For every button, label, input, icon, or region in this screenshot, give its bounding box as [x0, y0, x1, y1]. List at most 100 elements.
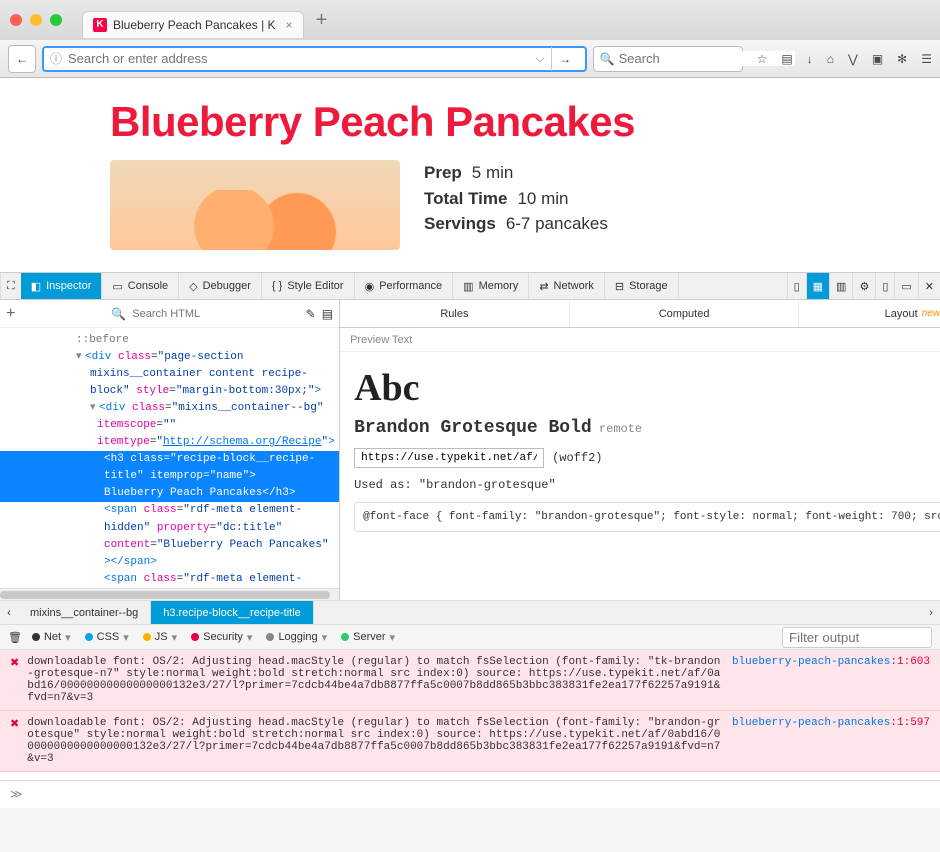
tab-computed[interactable]: Computed: [570, 300, 800, 327]
tool-style-editor[interactable]: { }Style Editor: [262, 273, 355, 299]
fonts-body: Abc Brandon Grotesque Bold remote (woff2…: [340, 352, 940, 546]
dock-side-icon[interactable]: ▯: [787, 273, 806, 299]
search-icon: 🔍: [600, 52, 615, 66]
dom-tree[interactable]: ::before ▾<div class="page-section mixin…: [0, 328, 339, 588]
recipe-title: Blueberry Peach Pancakes: [110, 98, 830, 146]
devtools-body: + 🔍 ✎ ▤ ::before ▾<div class="page-secti…: [0, 300, 940, 600]
search-icon: 🔍: [111, 307, 126, 321]
minimize-window-button[interactable]: [30, 14, 42, 26]
tool-console[interactable]: ▭Console: [102, 273, 179, 299]
recipe-image: [110, 160, 400, 250]
font-format: (woff2): [552, 451, 602, 465]
eyedropper-icon[interactable]: ✎: [306, 307, 316, 321]
clear-console-icon[interactable]: 🗑: [8, 631, 22, 644]
filter-chip-security[interactable]: Security▾: [191, 631, 252, 644]
close-devtools-icon[interactable]: ✕: [918, 273, 940, 299]
font-url-input[interactable]: [354, 448, 544, 468]
url-input[interactable]: [68, 51, 530, 66]
console-filter-bar: 🗑 Net▾ CSS▾ JS▾ Security▾ Logging▾ Server▾: [0, 624, 940, 650]
dock-bottom-icon[interactable]: ▭: [894, 273, 917, 299]
sidebar-panel: Rules Computed Layoutnew! Animations Fon…: [340, 300, 940, 600]
selected-node[interactable]: <h3 class="recipe-block__recipe-: [0, 451, 339, 468]
filter-chip-css[interactable]: CSS▾: [85, 631, 129, 644]
console-filter-input[interactable]: [782, 627, 932, 648]
crumb-next-icon[interactable]: ›: [922, 607, 940, 619]
tab-layout[interactable]: Layoutnew!: [799, 300, 940, 327]
settings-icon[interactable]: ⚙: [852, 273, 875, 299]
filter-chip-net[interactable]: Net▾: [32, 631, 71, 644]
tab-close-icon[interactable]: ×: [286, 18, 293, 32]
tool-storage[interactable]: ⊟Storage: [605, 273, 679, 299]
page-content: Blueberry Peach Pancakes Prep5 min Total…: [0, 78, 940, 272]
tool-network[interactable]: ⇄Network: [529, 273, 605, 299]
titlebar: K Blueberry Peach Pancakes | K × +: [0, 0, 940, 40]
split-console-icon[interactable]: ▯: [875, 273, 894, 299]
preview-text-label[interactable]: Preview Text: [350, 334, 412, 346]
close-window-button[interactable]: [10, 14, 22, 26]
favicon: K: [93, 18, 107, 32]
toggle-panel-icon[interactable]: ▤: [322, 307, 333, 321]
menu-icon[interactable]: ☰: [921, 52, 932, 66]
frames-icon[interactable]: ▥: [829, 273, 852, 299]
dropdown-icon[interactable]: ⌵: [536, 51, 545, 66]
pseudo-before: ::before: [0, 332, 339, 349]
url-toolbar: ← ⓘ ⌵ → 🔍 ☆ ▤ ↓ ⌂ ⋁ ▣ ✻ ☰: [0, 40, 940, 78]
console-output: ✖downloadable font: OS/2: Adjusting head…: [0, 650, 940, 780]
font-name: Brandon Grotesque Bold remote: [354, 418, 940, 438]
tree-node: ▾<div class="mixins__container--bg": [0, 400, 339, 417]
tool-debugger[interactable]: ◇Debugger: [179, 273, 262, 299]
console-message[interactable]: ✖downloadable font: OS/2: Adjusting head…: [0, 650, 940, 711]
devtools-icon[interactable]: ✻: [897, 52, 907, 66]
go-button[interactable]: →: [551, 47, 579, 71]
error-icon: ✖: [10, 717, 19, 765]
breadcrumb: ‹ mixins__container--bg h3.recipe-block_…: [0, 600, 940, 624]
shield-icon[interactable]: ▣: [872, 52, 883, 66]
tool-inspector[interactable]: ◧Inspector: [21, 273, 103, 299]
console-prompt[interactable]: ≫: [0, 780, 940, 808]
new-tab-button[interactable]: +: [316, 9, 328, 32]
font-preview: Abc: [354, 366, 940, 410]
zoom-window-button[interactable]: [50, 14, 62, 26]
add-node-icon[interactable]: +: [6, 305, 15, 323]
font-used-as: Used as: "brandon-grotesque": [354, 478, 940, 492]
browser-tab[interactable]: K Blueberry Peach Pancakes | K ×: [82, 11, 304, 38]
markup-panel: + 🔍 ✎ ▤ ::before ▾<div class="page-secti…: [0, 300, 340, 600]
reader-icon[interactable]: ▤: [781, 52, 792, 66]
site-info-icon[interactable]: ⓘ: [50, 50, 62, 67]
home-icon[interactable]: ⌂: [827, 52, 834, 66]
downloads-icon[interactable]: ↓: [807, 52, 813, 66]
recipe-meta: Prep5 min Total Time10 min Servings6-7 p…: [424, 160, 608, 250]
tree-node: <span class="rdf-meta element-: [0, 502, 339, 519]
source-link[interactable]: blueberry-peach-pancakes: [732, 717, 890, 729]
tool-performance[interactable]: ◉Performance: [355, 273, 454, 299]
back-button[interactable]: ←: [8, 45, 36, 73]
toolbar-icons: ☆ ▤ ↓ ⌂ ⋁ ▣ ✻ ☰: [757, 52, 932, 66]
tool-memory[interactable]: ▥Memory: [453, 273, 529, 299]
scrollbar[interactable]: [0, 588, 339, 600]
filter-chip-js[interactable]: JS▾: [143, 631, 177, 644]
tree-node: <span class="rdf-meta element-: [0, 571, 339, 588]
tab-title: Blueberry Peach Pancakes | K: [113, 18, 276, 32]
filter-chip-server[interactable]: Server▾: [341, 631, 395, 644]
pocket-icon[interactable]: ⋁: [848, 52, 858, 66]
error-icon: ✖: [10, 656, 19, 704]
responsive-mode-icon[interactable]: ▦: [806, 273, 829, 299]
filter-chip-logging[interactable]: Logging▾: [266, 631, 327, 644]
crumb-parent[interactable]: mixins__container--bg: [18, 601, 151, 624]
window-controls: [10, 14, 62, 26]
fonts-header: Preview Text Show all fonts used: [340, 328, 940, 352]
sidebar-tabs: Rules Computed Layoutnew! Animations Fon…: [340, 300, 940, 328]
markup-toolbar: + 🔍 ✎ ▤: [0, 300, 339, 328]
console-message[interactable]: ✖downloadable font: OS/2: Adjusting head…: [0, 711, 940, 772]
source-link[interactable]: blueberry-peach-pancakes: [732, 656, 890, 668]
crumb-current[interactable]: h3.recipe-block__recipe-title: [151, 601, 314, 624]
crumb-prev-icon[interactable]: ‹: [0, 607, 18, 619]
tab-rules[interactable]: Rules: [340, 300, 570, 327]
bookmark-icon[interactable]: ☆: [757, 52, 768, 66]
font-face-rule: @font-face { font-family: "brandon-grote…: [354, 502, 940, 532]
html-search-input[interactable]: [132, 308, 299, 320]
search-bar[interactable]: 🔍: [593, 46, 743, 72]
pick-element-icon[interactable]: ⛶: [0, 273, 21, 299]
address-bar[interactable]: ⓘ ⌵ →: [42, 46, 587, 72]
tree-node: ▾<div class="page-section: [0, 349, 339, 366]
